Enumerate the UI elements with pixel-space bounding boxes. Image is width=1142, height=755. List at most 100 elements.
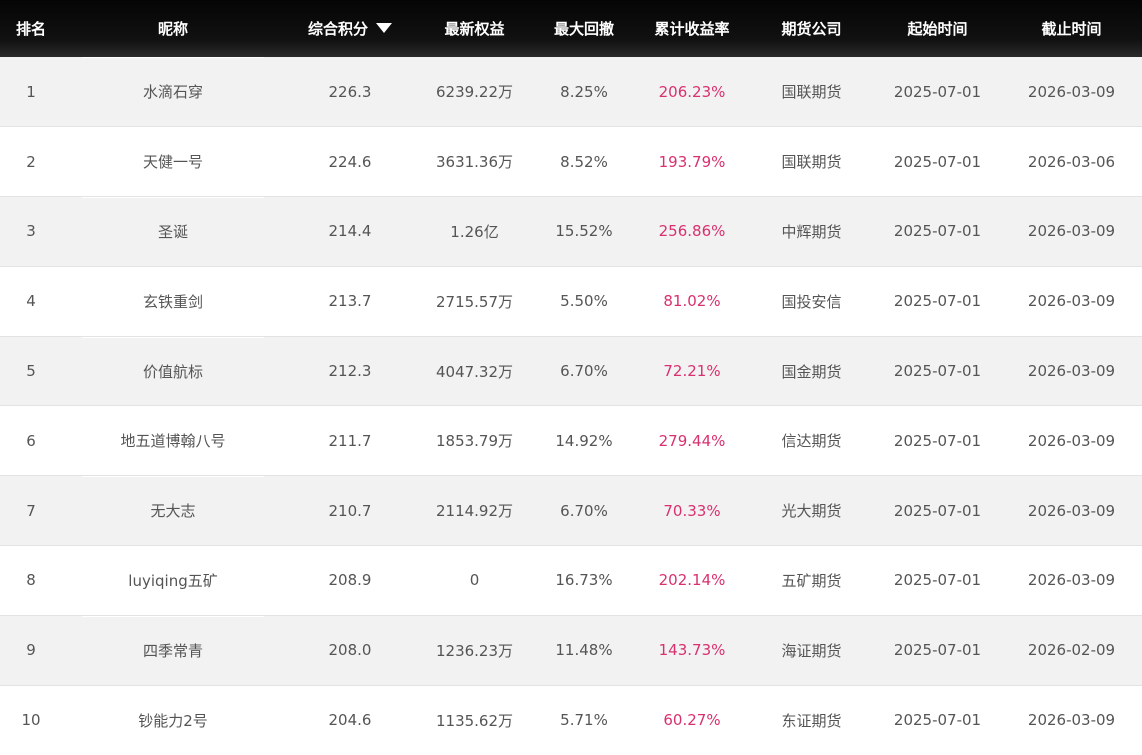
cell-nickname: 水滴石穿	[62, 57, 284, 127]
table-body: 1 水滴石穿 226.3 6239.22万 8.25% 206.23% 国联期货 2025-0…	[0, 57, 1142, 755]
cell-equity: 2715.57万	[416, 265, 533, 337]
cell-drawdown: 14.92%	[533, 405, 635, 476]
header-drawdown[interactable]: 最大回撤	[533, 0, 635, 57]
cell-return: 256.86%	[635, 196, 749, 267]
cell-drawdown: 8.25%	[560, 82, 608, 101]
cell-drawdown: 6.70%	[533, 335, 635, 406]
cell-company: 中辉期货	[749, 196, 874, 267]
header-score-label: 综合积分	[307, 20, 368, 38]
cell-end-date: 2026-03-09	[1001, 475, 1142, 546]
cell-equity: 4047.32万	[416, 335, 533, 406]
header-return[interactable]: 累计收益率	[635, 0, 749, 57]
cell-return: 279.44%	[635, 405, 749, 476]
cell-equity: 1135.62万	[416, 684, 533, 755]
header-row: 排名 昵称 综合积分 最新权益 最大回撤 累计收益率 期货公司 起始时间 截止时…	[0, 0, 1142, 57]
table-row[interactable]: 4 玄铁重剑 213.7 2715.57万 5.50% 81.02% 国投安信 2025-07…	[0, 265, 1142, 337]
header-end[interactable]: 截止时间	[1001, 0, 1142, 57]
sort-descending-icon[interactable]	[376, 23, 392, 33]
cell-return: 70.33%	[635, 475, 749, 546]
ranking-board: 排名 昵称 综合积分 最新权益 最大回撤 累计收益率 期货公司 起始时间 截止时…	[0, 0, 1142, 755]
cell-nickname: 天健一号	[62, 126, 284, 197]
cell-nickname: 钞能力2号	[62, 684, 284, 755]
cell-end-date: 2026-03-09	[1001, 265, 1142, 337]
cell-company: 五矿期货	[749, 545, 874, 616]
cell-nickname: 圣诞	[62, 196, 284, 267]
table-header: 排名 昵称 综合积分 最新权益 最大回撤 累计收益率 期货公司 起始时间 截止时…	[0, 0, 1142, 57]
cell-drawdown: 11.48%	[533, 614, 635, 686]
table-row[interactable]: 2 天健一号 224.6 3631.36万 8.52% 193.79% 国联期货 2025-0…	[0, 126, 1142, 197]
cell-rank: 3	[0, 196, 62, 267]
cell-rank: 6	[0, 405, 62, 476]
table-row[interactable]: 7 无大志 210.7 2114.92万 6.70% 70.33% 光大期货 2025-07-…	[0, 475, 1142, 546]
table-row[interactable]: 3 圣诞 214.4 1.26亿 15.52% 256.86% 中辉期货 2025-07-01…	[0, 196, 1142, 267]
table-row[interactable]: 1 水滴石穿 226.3 6239.22万 8.25% 206.23% 国联期货 2025-0…	[0, 57, 1142, 127]
table-row[interactable]: 9 四季常青 208.0 1236.23万 11.48% 143.73% 海证期货 2025-…	[0, 614, 1142, 686]
cell-drawdown: 6.70%	[533, 475, 635, 546]
cell-company: 国投安信	[749, 265, 874, 337]
cell-score: 214.4	[284, 196, 416, 267]
cell-rank: 2	[0, 126, 62, 197]
cell-rank: 1	[26, 82, 36, 101]
cell-start-date: 2025-07-01	[874, 684, 1001, 755]
cell-drawdown: 5.71%	[533, 684, 635, 755]
cell-score: 208.9	[284, 545, 416, 616]
cell-return: 206.23%	[658, 82, 726, 101]
cell-company: 国联期货	[749, 126, 874, 197]
cell-end-date: 2026-02-09	[1001, 614, 1142, 686]
cell-score: 213.7	[284, 265, 416, 337]
cell-return: 193.79%	[635, 126, 749, 197]
cell-return: 81.02%	[635, 265, 749, 337]
header-rank[interactable]: 排名	[0, 0, 62, 57]
cell-equity: 1.26亿	[416, 196, 533, 267]
cell-return: 143.73%	[635, 614, 749, 686]
cell-rank: 9	[0, 614, 62, 686]
table-row[interactable]: 10 钞能力2号 204.6 1135.62万 5.71% 60.27% 东证期货 2025-…	[0, 684, 1142, 755]
cell-rank: 8	[0, 545, 62, 616]
cell-nickname: 无大志	[62, 475, 284, 546]
table-row[interactable]: 6 地五道博翰八号 211.7 1853.79万 14.92% 279.44% 信达期货 20…	[0, 405, 1142, 476]
cell-rank: 7	[0, 475, 62, 546]
cell-start-date: 2025-07-01	[874, 126, 1001, 197]
cell-end-date: 2026-03-09	[1027, 82, 1116, 101]
cell-equity: 6239.22万	[435, 83, 514, 102]
cell-nickname: 地五道博翰八号	[62, 405, 284, 476]
cell-score: 226.3	[328, 82, 372, 101]
cell-equity: 1236.23万	[416, 614, 533, 686]
cell-start-date: 2025-07-01	[874, 265, 1001, 337]
cell-return: 72.21%	[635, 335, 749, 406]
cell-equity: 3631.36万	[416, 126, 533, 197]
cell-end-date: 2026-03-09	[1001, 684, 1142, 755]
cell-equity: 1853.79万	[416, 405, 533, 476]
cell-score: 204.6	[284, 684, 416, 755]
cell-score: 224.6	[284, 126, 416, 197]
cell-company: 国联期货	[781, 83, 842, 102]
cell-drawdown: 5.50%	[533, 265, 635, 337]
cell-end-date: 2026-03-09	[1001, 545, 1142, 616]
cell-end-date: 2026-03-06	[1001, 126, 1142, 197]
cell-nickname: 价值航标	[62, 335, 284, 406]
cell-equity: 0	[416, 545, 533, 616]
cell-drawdown: 16.73%	[533, 545, 635, 616]
table-row[interactable]: 5 价值航标 212.3 4047.32万 6.70% 72.21% 国金期货 2025-07…	[0, 335, 1142, 406]
cell-start-date: 2025-07-01	[874, 614, 1001, 686]
cell-start-date: 2025-07-01	[874, 196, 1001, 267]
cell-start-date: 2025-07-01	[893, 82, 982, 101]
cell-equity: 2114.92万	[416, 475, 533, 546]
table-row[interactable]: 8 luyiqing五矿 208.9 0 16.73% 202.14% 五矿期货 2025-0…	[0, 545, 1142, 616]
cell-company: 信达期货	[749, 405, 874, 476]
header-score[interactable]: 综合积分	[284, 0, 416, 57]
cell-company: 光大期货	[749, 475, 874, 546]
cell-drawdown: 8.52%	[533, 126, 635, 197]
cell-end-date: 2026-03-09	[1001, 196, 1142, 267]
cell-end-date: 2026-03-09	[1001, 335, 1142, 406]
header-equity[interactable]: 最新权益	[416, 0, 533, 57]
header-start[interactable]: 起始时间	[874, 0, 1001, 57]
header-company[interactable]: 期货公司	[749, 0, 874, 57]
cell-score: 212.3	[284, 335, 416, 406]
cell-start-date: 2025-07-01	[874, 545, 1001, 616]
header-nickname[interactable]: 昵称	[62, 0, 284, 57]
cell-nickname: luyiqing五矿	[62, 545, 284, 616]
cell-start-date: 2025-07-01	[874, 335, 1001, 406]
cell-end-date: 2026-03-09	[1001, 405, 1142, 476]
cell-start-date: 2025-07-01	[874, 405, 1001, 476]
